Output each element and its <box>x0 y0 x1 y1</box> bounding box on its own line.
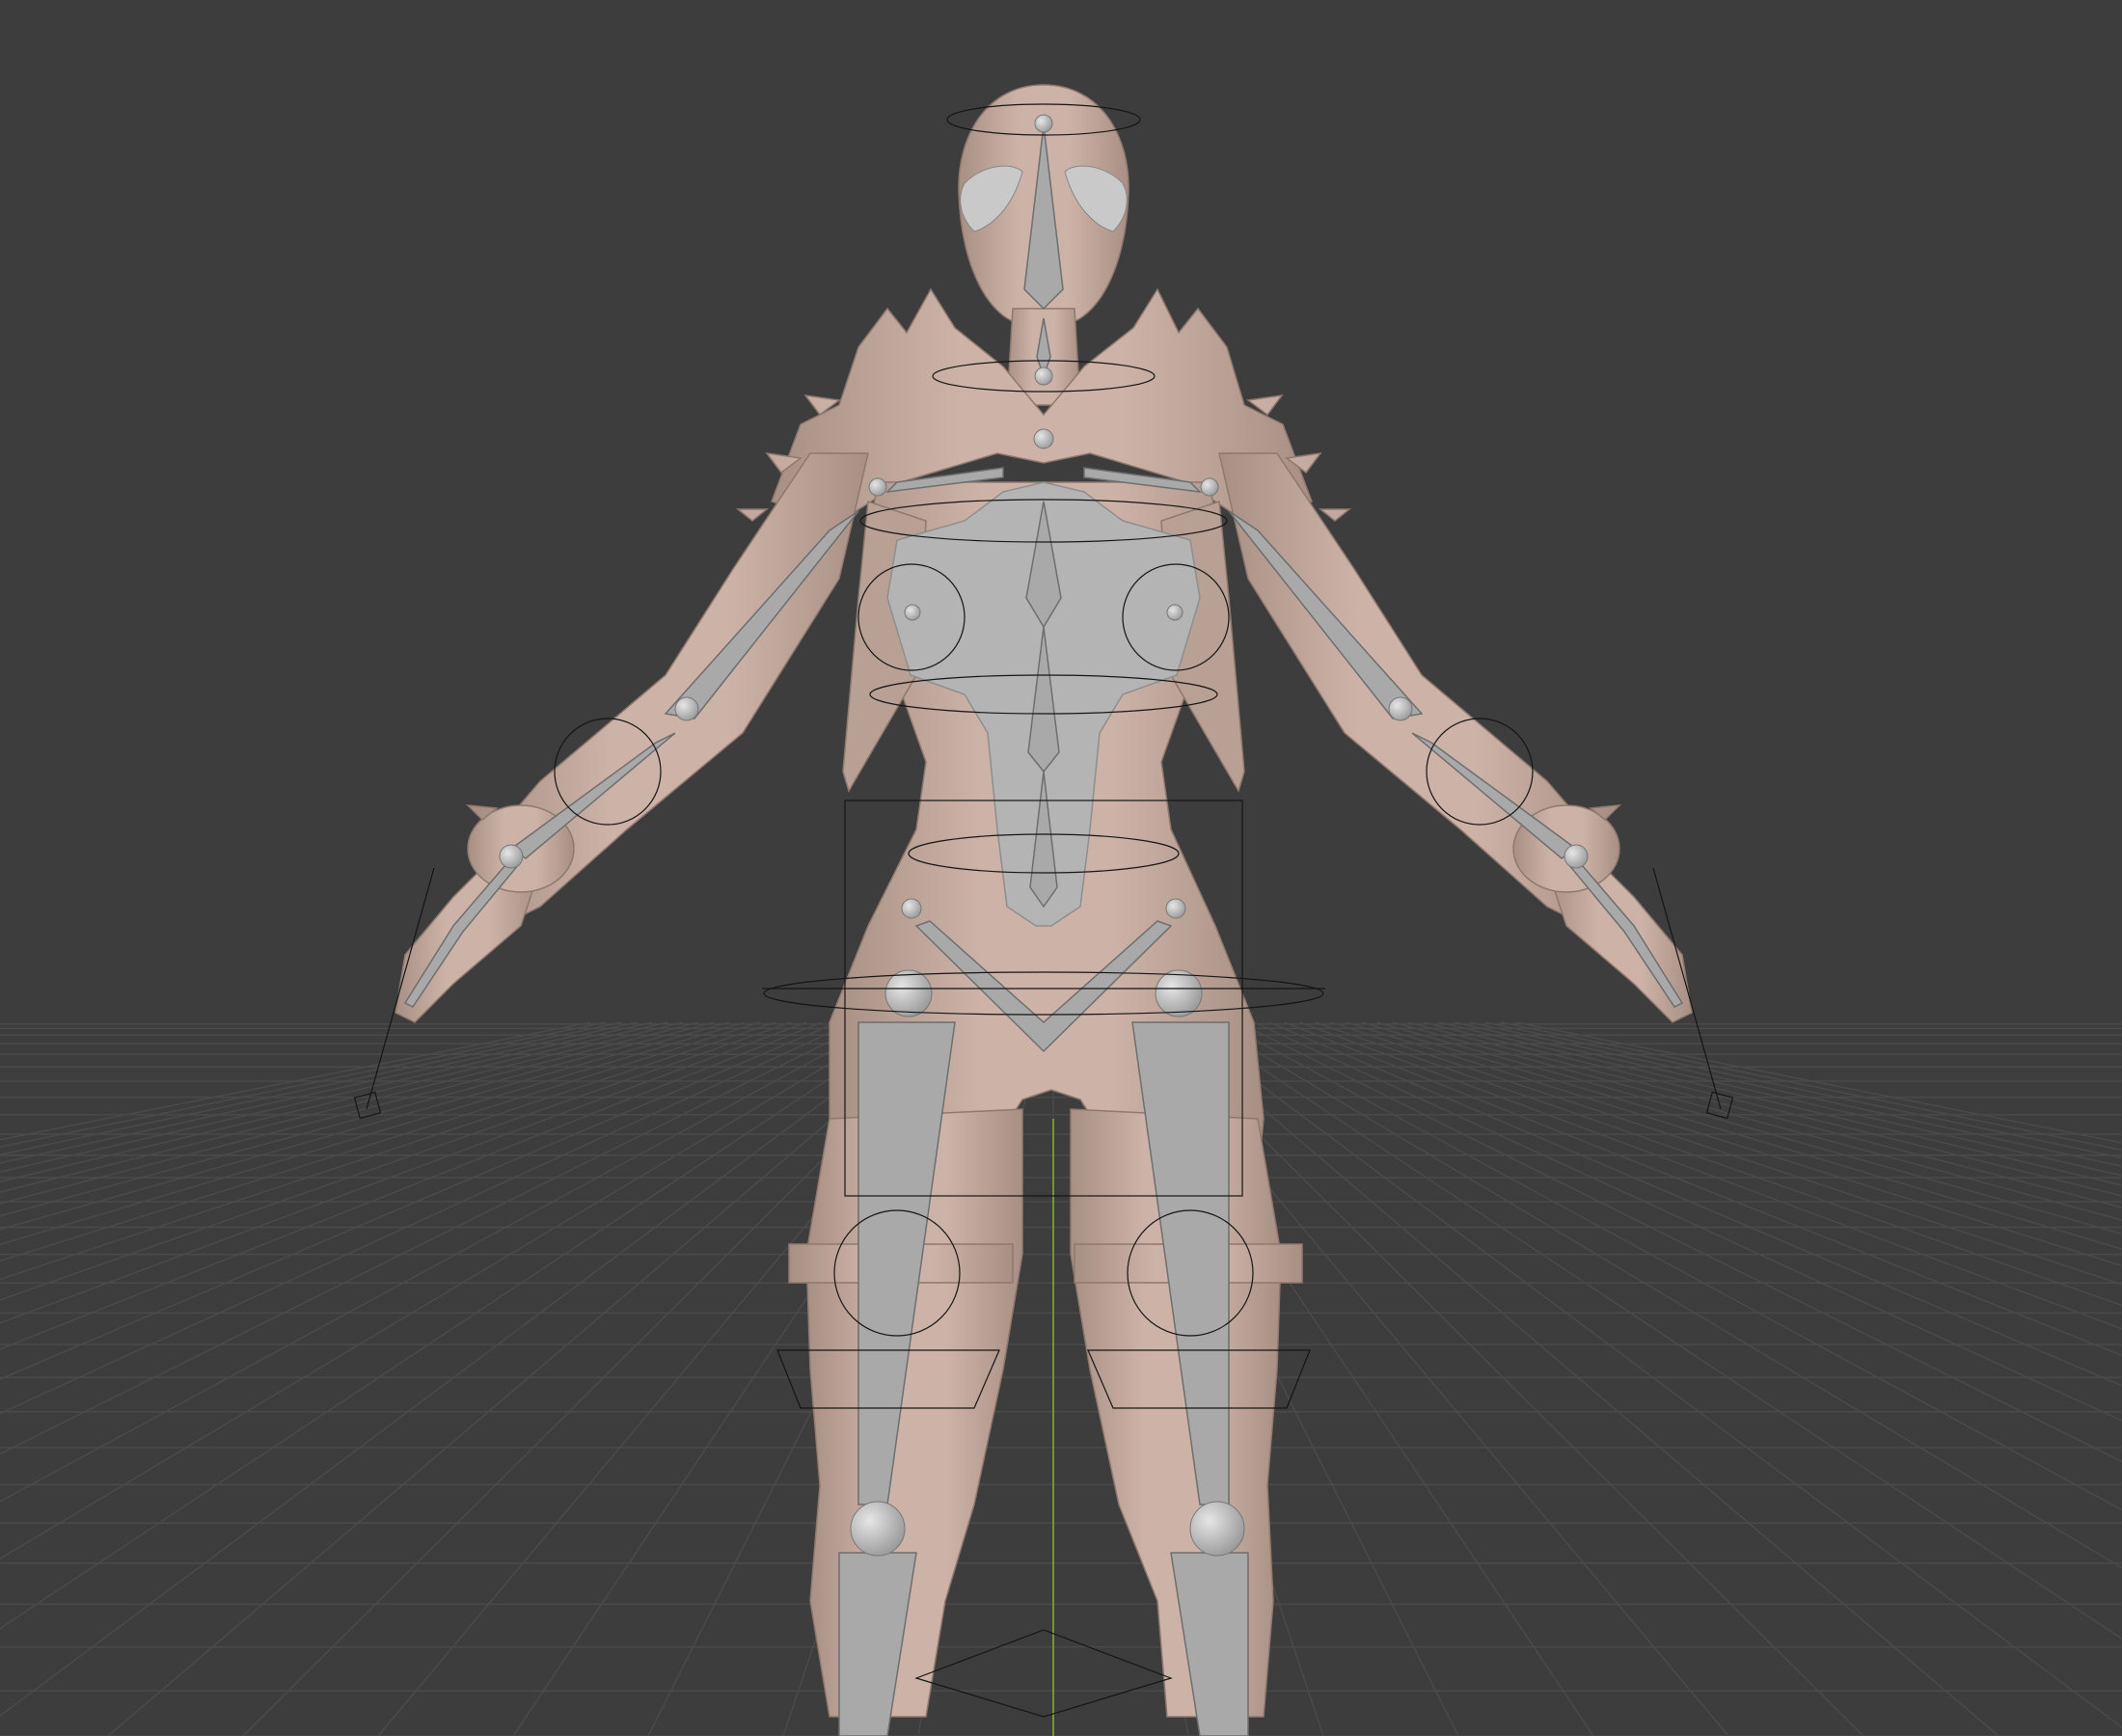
joint-wrist-r[interactable] <box>1564 844 1589 869</box>
grid-line-v <box>1361 1021 2122 1250</box>
joint-hip-r-top[interactable] <box>1165 898 1186 919</box>
joint-neck[interactable] <box>1034 366 1053 386</box>
3d-viewport[interactable] <box>0 0 2122 1736</box>
grid-line-v <box>1191 1021 2122 1641</box>
grid-line-v <box>0 1021 761 1262</box>
grid-line-v <box>1176 1021 2122 1728</box>
joint-head-top[interactable] <box>1034 114 1053 133</box>
joint-knee-l[interactable] <box>850 1501 906 1557</box>
joint-shoulder-l[interactable] <box>868 477 887 497</box>
grid-line-v <box>0 1021 931 1718</box>
grid-line-v <box>0 1021 915 1630</box>
joint-knee-r[interactable] <box>1189 1501 1245 1557</box>
grid-line-v <box>0 1021 622 1156</box>
floor-grid <box>0 1021 2122 1736</box>
joint-elbow-l[interactable] <box>674 696 699 721</box>
joint-wrist-l[interactable] <box>499 844 524 869</box>
joint-chest[interactable] <box>1033 428 1054 449</box>
joint-shoulder-r[interactable] <box>1200 477 1219 497</box>
joint-breast-l[interactable] <box>904 604 921 621</box>
grid-line-v <box>1330 1021 2122 1286</box>
grid-line-v <box>0 1021 684 1193</box>
grid-line-v <box>1299 1021 2122 1330</box>
grid-line-v <box>1500 1021 2122 1152</box>
grid-line-v <box>1423 1021 2122 1197</box>
grid-line-v <box>0 1021 854 1415</box>
grid-line-v <box>1376 1021 2122 1235</box>
grid-line-v <box>0 1021 699 1205</box>
grid-line-v <box>1392 1021 2122 1221</box>
grid-line-v <box>0 1021 900 1560</box>
grid-line-v <box>1268 1021 2122 1387</box>
joint-breast-r[interactable] <box>1166 604 1183 621</box>
grid-line-v <box>0 1021 746 1246</box>
grid-line-v <box>1407 1021 2122 1208</box>
joint-elbow-r[interactable] <box>1388 696 1413 721</box>
grid-line-v <box>0 1021 715 1217</box>
joint-hip-l[interactable] <box>884 969 933 1017</box>
foot-control[interactable] <box>914 1629 1173 1718</box>
grid-line-v <box>0 1021 668 1182</box>
grid-line-v <box>0 1021 607 1148</box>
grid-line-v <box>1346 1021 2122 1267</box>
joint-hip-r[interactable] <box>1155 969 1203 1017</box>
grid-line-v <box>1284 1021 2122 1357</box>
grid-line-v <box>0 1021 823 1350</box>
grid-line-v <box>0 1021 884 1503</box>
grid-line-v <box>0 1021 869 1455</box>
joint-hip-l-top[interactable] <box>901 898 922 919</box>
